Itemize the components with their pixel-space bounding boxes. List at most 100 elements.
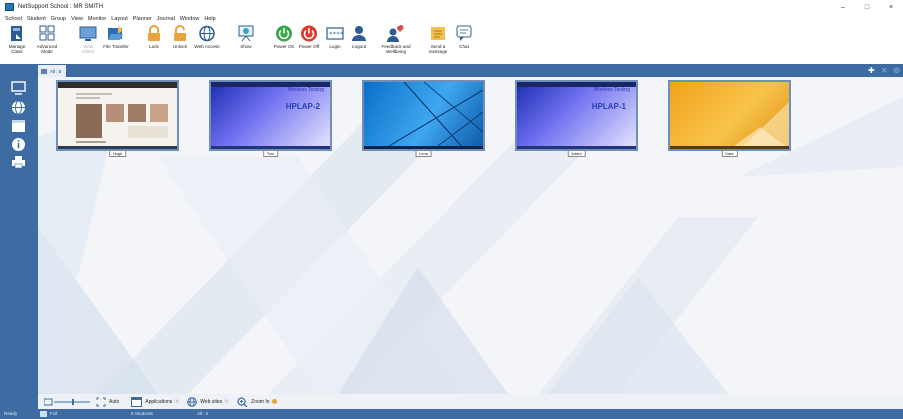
maximize-button[interactable]: □ [855, 0, 879, 14]
web-access-label: Web Access [194, 44, 220, 49]
menu-help[interactable]: Help [204, 16, 215, 22]
mode-icon [40, 411, 47, 417]
close-button[interactable]: × [879, 0, 903, 14]
show-icon [238, 25, 254, 42]
file-transfer-icon [108, 26, 123, 40]
minimize-button[interactable]: – [831, 0, 855, 14]
unlock-button[interactable]: Unlock [166, 24, 194, 62]
student-screen: Wireless Testing HPLAP-2 [209, 80, 332, 151]
auto-label: Auto [109, 398, 120, 405]
sidebar-printer-view[interactable] [10, 154, 26, 170]
advanced-mode-icon [39, 25, 55, 41]
view-bar: Auto Applications ⓥ Web sites ⓥ Zoom In [38, 394, 903, 409]
chat-button[interactable]: Chat [450, 24, 478, 62]
file-transfer-button[interactable]: File Transfer [102, 24, 130, 62]
unlock-label: Unlock [172, 44, 188, 49]
feedback-button[interactable]: Feedback and Wellbeing [381, 24, 411, 62]
globe-icon [199, 25, 215, 42]
menu-group[interactable]: Group [51, 16, 66, 22]
status-ready: Ready [4, 411, 18, 416]
menu-journal[interactable]: Journal [157, 16, 175, 22]
student-thumbnail[interactable]: Lena [362, 80, 485, 157]
applications-dropdown-icon[interactable]: ⓥ [174, 398, 179, 405]
student-thumbnail[interactable]: Kate [668, 80, 791, 157]
auto-fit-button[interactable]: Auto [96, 397, 119, 407]
student-thumbnail[interactable]: Wireless Testing HPLAP-2 Tom [209, 80, 332, 157]
advanced-mode-label: Advanced Mode [36, 44, 58, 55]
info-icon [11, 137, 25, 151]
menu-window[interactable]: Window [180, 16, 200, 22]
manage-class-button[interactable]: Manage Class [3, 24, 31, 62]
websites-dropdown-icon[interactable]: ⓥ [224, 398, 229, 405]
view-client-button[interactable]: View Client [74, 24, 102, 62]
chat-icon [456, 25, 472, 41]
printer-icon [11, 156, 25, 169]
power-on-icon [276, 25, 292, 42]
zoom-in-button[interactable]: Zoom In [237, 396, 277, 407]
power-off-label: Power Off [298, 44, 320, 49]
show-button[interactable]: Show [232, 24, 260, 62]
logout-button[interactable]: Logout [345, 24, 373, 62]
login-icon: **** [326, 27, 344, 40]
web-access-button[interactable]: Web Access [193, 24, 221, 62]
student-thumbnails-area: Hugh Wireless Testing HPLAP-2 Tom Lena W… [38, 77, 903, 394]
zoom-icon [237, 396, 248, 407]
add-tab-icon[interactable]: ✚ [868, 66, 875, 75]
sidebar-monitor-view[interactable] [10, 80, 26, 96]
application-icon [11, 120, 25, 132]
send-message-button[interactable]: Send a message [424, 24, 452, 62]
window-controls: – □ × [831, 0, 903, 14]
menu-layout[interactable]: Layout [111, 16, 128, 22]
student-name: Kate [721, 150, 738, 157]
application-icon [131, 396, 143, 407]
menu-view[interactable]: View [71, 16, 83, 22]
window-title: NetSupport School : MR SMITH [18, 4, 104, 10]
wallpaper-shapes [730, 102, 789, 149]
student-name: Tom [262, 150, 279, 157]
menu-school[interactable]: School [5, 16, 22, 22]
view-client-icon [79, 26, 97, 41]
tab-all-label: All : 5 [50, 68, 62, 74]
auto-fit-icon [96, 397, 106, 406]
app-icon [5, 3, 14, 11]
view-client-label: View Client [82, 44, 94, 55]
globe-icon [187, 396, 198, 407]
menu-monitor[interactable]: Monitor [88, 16, 106, 22]
student-thumbnail[interactable]: Hugh [56, 80, 179, 157]
status-bar: Ready Full 5 Students All : 5 [0, 409, 903, 419]
websites-label: Web sites [200, 398, 223, 405]
zoom-label: Zoom In [251, 398, 270, 405]
feedback-icon [387, 25, 404, 42]
websites-toggle[interactable]: Web sites ⓥ [187, 396, 229, 407]
power-off-button[interactable]: Power Off [295, 24, 323, 62]
feedback-label: Feedback and Wellbeing [381, 44, 411, 55]
screen-heading: Wireless Testing [287, 87, 324, 93]
zoom-options-icon[interactable] [271, 399, 277, 404]
lock-icon [148, 25, 160, 41]
close-tab-icon[interactable]: ✕ [881, 66, 888, 75]
manage-class-icon [11, 26, 22, 41]
student-thumbnail[interactable]: Wireless Testing HPLAP-1 Adam [515, 80, 638, 157]
tab-settings-icon[interactable]: ⚙ [893, 66, 900, 75]
file-transfer-label: File Transfer [103, 44, 129, 49]
advanced-mode-button[interactable]: Advanced Mode [33, 24, 61, 62]
power-on-button[interactable]: Power On [270, 24, 298, 62]
sidebar-questions-view[interactable] [10, 136, 26, 152]
menu-planner[interactable]: Planner [133, 16, 152, 22]
menu-student[interactable]: Student [27, 16, 46, 22]
status-mode: Full [50, 411, 58, 416]
lock-button[interactable]: Lock [140, 24, 168, 62]
screen-heading: Wireless Testing [593, 87, 630, 93]
svg-text:****: **** [329, 31, 344, 38]
thumbnail-size-slider[interactable] [44, 397, 92, 407]
tab-all[interactable]: All : 5 [38, 65, 66, 77]
send-message-icon [431, 27, 445, 40]
sidebar-application-view[interactable] [10, 118, 26, 134]
netsupport-window: NetSupport School : MR SMITH – □ × Schoo… [0, 0, 903, 419]
student-screen [56, 80, 179, 151]
power-on-label: Power On [273, 44, 295, 49]
group-icon [41, 68, 47, 74]
status-group: All : 5 [197, 411, 209, 416]
applications-toggle[interactable]: Applications ⓥ [131, 396, 179, 407]
sidebar-web-view[interactable] [10, 99, 26, 115]
